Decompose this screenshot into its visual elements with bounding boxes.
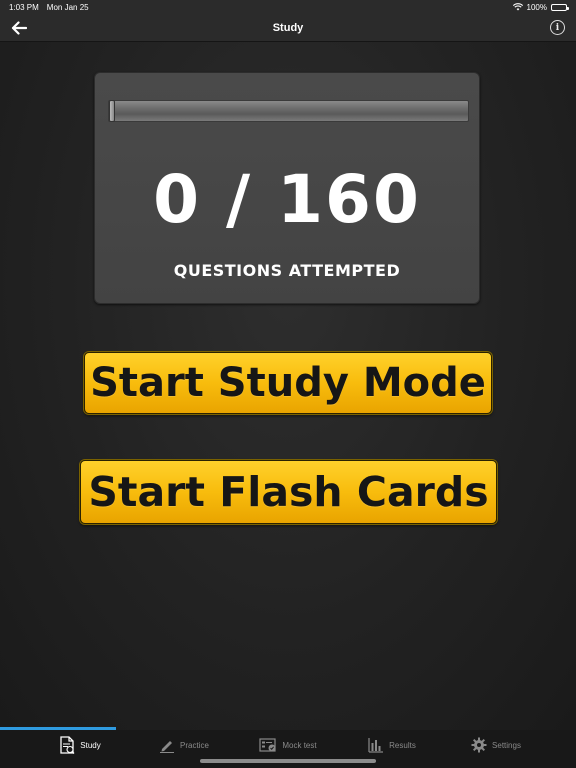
progress-bar-fill (109, 100, 115, 122)
tab-label-mock-test: Mock test (282, 740, 317, 750)
tab-label-study: Study (80, 740, 101, 750)
study-document-icon (60, 736, 75, 754)
start-study-mode-button[interactable]: Start Study Mode (84, 352, 492, 414)
tab-study[interactable]: Study (28, 730, 132, 760)
progress-card: 0 / 160 QUESTIONS ATTEMPTED (94, 72, 480, 304)
info-icon[interactable]: i (550, 20, 565, 35)
tab-mock-test[interactable]: Mock test (236, 730, 340, 760)
questions-count: 0 / 160 (153, 161, 421, 238)
tab-label-settings: Settings (492, 740, 521, 750)
page-title: Study (272, 21, 304, 34)
status-bar: 1:03 PM Mon Jan 25 100% (0, 0, 576, 14)
pencil-icon (160, 741, 175, 753)
progress-bar (108, 100, 469, 122)
start-flash-cards-button[interactable]: Start Flash Cards (80, 460, 497, 524)
status-date: Mon Jan 25 (46, 2, 89, 12)
mock-test-icon (259, 738, 276, 752)
main-content: 0 / 160 QUESTIONS ATTEMPTED Start Study … (0, 42, 576, 730)
questions-caption: QUESTIONS ATTEMPTED (173, 261, 401, 280)
navigation-bar: Study i (0, 14, 576, 42)
status-time: 1:03 PM (9, 2, 39, 12)
bar-chart-icon (368, 738, 384, 753)
info-glyph: i (555, 22, 560, 33)
battery-percent: 100% (526, 2, 547, 12)
tab-practice[interactable]: Practice (132, 730, 236, 760)
tab-label-results: Results (389, 740, 416, 750)
tab-label-practice: Practice (180, 740, 209, 750)
back-arrow-icon[interactable] (10, 19, 28, 37)
tab-results[interactable]: Results (340, 730, 444, 760)
tab-settings[interactable]: Settings (444, 730, 548, 760)
home-indicator[interactable] (200, 759, 376, 763)
wifi-icon (512, 3, 523, 11)
battery-icon (551, 3, 569, 11)
gear-icon (471, 737, 487, 753)
status-right: 100% (512, 2, 569, 12)
